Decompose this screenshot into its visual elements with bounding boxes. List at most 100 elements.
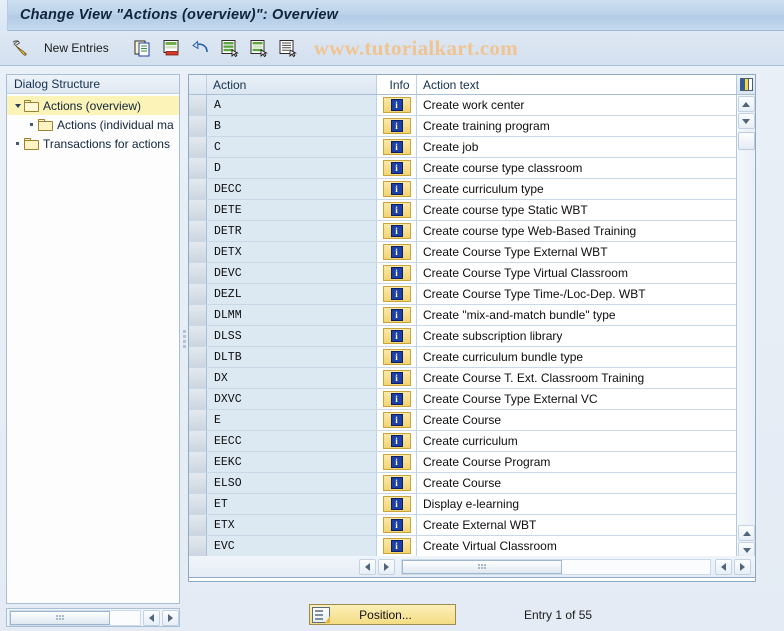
info-button[interactable]: i [382, 139, 411, 155]
info-button[interactable]: i [382, 475, 411, 491]
undo-button[interactable] [188, 35, 214, 61]
row-select-cell[interactable] [189, 95, 207, 115]
cell-action[interactable]: DECC [207, 179, 377, 199]
row-select-cell[interactable] [189, 179, 207, 199]
info-button[interactable]: i [382, 412, 411, 428]
cell-action-text[interactable]: Create training program [417, 116, 737, 136]
table-row[interactable]: DETE i Create course type Static WBT [189, 200, 737, 221]
info-button[interactable]: i [382, 265, 411, 281]
table-row[interactable]: DXVC i Create Course Type External VC [189, 389, 737, 410]
row-select-cell[interactable] [189, 473, 207, 493]
cell-action[interactable]: EEKC [207, 452, 377, 472]
cell-action-text[interactable]: Create Course Type Virtual Classroom [417, 263, 737, 283]
cell-action[interactable]: D [207, 158, 377, 178]
table-row[interactable]: DETR i Create course type Web-Based Traini… [189, 221, 737, 242]
cell-action[interactable]: ET [207, 494, 377, 514]
sidebar-scroll-thumb[interactable] [10, 610, 110, 625]
table-row[interactable]: Ei Create Course [189, 410, 737, 431]
row-select-cell[interactable] [189, 515, 207, 535]
info-button[interactable]: i [382, 391, 411, 407]
row-select-cell[interactable] [189, 494, 207, 514]
table-row[interactable]: EECC i Create curriculum [189, 431, 737, 452]
info-button[interactable]: i [382, 349, 411, 365]
cell-action-text[interactable]: Create curriculum [417, 431, 737, 451]
expand-triangle-icon[interactable] [11, 103, 24, 109]
sidebar-item-actions-overview[interactable]: Actions (overview) [7, 96, 179, 115]
row-select-cell[interactable] [189, 284, 207, 304]
info-button[interactable]: i [382, 328, 411, 344]
scroll-page-up-button[interactable] [738, 525, 755, 541]
new-entries-button[interactable]: New Entries [37, 35, 120, 61]
table-row[interactable]: DETX i Create Course Type External WBT [189, 242, 737, 263]
info-button[interactable]: i [382, 223, 411, 239]
cell-action-text[interactable]: Create curriculum type [417, 179, 737, 199]
cell-action[interactable]: DXVC [207, 389, 377, 409]
vertical-scroll-thumb[interactable] [737, 132, 755, 150]
cell-action[interactable]: E [207, 410, 377, 430]
hscroll-left-button[interactable] [359, 558, 376, 575]
sidebar-horizontal-scrollbar[interactable] [6, 608, 180, 627]
info-button[interactable]: i [382, 370, 411, 386]
cell-action-text[interactable]: Create Virtual Classroom [417, 536, 737, 556]
table-row[interactable]: Ai Create work center [189, 95, 737, 116]
info-button[interactable]: i [382, 496, 411, 512]
row-select-cell[interactable] [189, 536, 207, 556]
cell-action[interactable]: DLTB [207, 347, 377, 367]
cell-action-text[interactable]: Create "mix-and-match bundle" type [417, 305, 737, 325]
table-row[interactable]: DECC i Create curriculum type [189, 179, 737, 200]
sidebar-item-actions-individual[interactable]: Actions (individual ma [7, 115, 179, 134]
table-vertical-scrollbar[interactable] [736, 95, 755, 560]
table-row[interactable]: Bi Create training program [189, 116, 737, 137]
cell-action-text[interactable]: Create work center [417, 95, 737, 115]
info-button[interactable]: i [382, 538, 411, 554]
cell-action-text[interactable]: Create Course Program [417, 452, 737, 472]
cell-action[interactable]: DLMM [207, 305, 377, 325]
cell-action-text[interactable]: Create curriculum bundle type [417, 347, 737, 367]
hscroll-track[interactable] [401, 558, 711, 575]
row-select-cell[interactable] [189, 452, 207, 472]
table-row[interactable]: DX i Create Course T. Ext. Classroom Train… [189, 368, 737, 389]
cell-action[interactable]: DX [207, 368, 377, 388]
cell-action-text[interactable]: Create course type classroom [417, 158, 737, 178]
info-button[interactable]: i [382, 181, 411, 197]
table-row[interactable]: DLSS i Create subscription library [189, 326, 737, 347]
table-row[interactable]: DLMM i Create "mix-and-match bundle" type [189, 305, 737, 326]
info-button[interactable]: i [382, 97, 411, 113]
cell-action-text[interactable]: Display e-learning [417, 494, 737, 514]
table-row[interactable]: Di Create course type classroom [189, 158, 737, 179]
table-row[interactable]: EVC i Create Virtual Classroom [189, 536, 737, 557]
select-all-button[interactable] [217, 35, 243, 61]
sidebar-scroll-left-button[interactable] [143, 609, 160, 626]
row-select-cell[interactable] [189, 431, 207, 451]
hscroll-page-left-button[interactable] [715, 558, 732, 575]
cell-action[interactable]: ETX [207, 515, 377, 535]
column-configuration-button[interactable] [736, 75, 755, 95]
cell-action[interactable]: DLSS [207, 326, 377, 346]
sidebar-scroll-right-button[interactable] [162, 609, 179, 626]
hscroll-thumb[interactable] [402, 559, 562, 574]
row-select-cell[interactable] [189, 305, 207, 325]
cell-action[interactable]: EVC [207, 536, 377, 556]
cell-action-text[interactable]: Create course type Web-Based Training [417, 221, 737, 241]
table-row[interactable]: DEZL i Create Course Type Time-/Loc-Dep. W… [189, 284, 737, 305]
column-header-action-text[interactable]: Action text [417, 75, 755, 94]
cell-action-text[interactable]: Create job [417, 137, 737, 157]
column-header-info[interactable]: Info [377, 75, 417, 94]
row-select-cell[interactable] [189, 410, 207, 430]
display-change-button[interactable] [8, 35, 34, 61]
cell-action[interactable]: DETR [207, 221, 377, 241]
row-select-cell[interactable] [189, 326, 207, 346]
row-select-cell[interactable] [189, 200, 207, 220]
hscroll-page-right-button[interactable] [734, 558, 751, 575]
row-select-cell[interactable] [189, 347, 207, 367]
cell-action-text[interactable]: Create Course Type Time-/Loc-Dep. WBT [417, 284, 737, 304]
row-select-cell[interactable] [189, 368, 207, 388]
cell-action-text[interactable]: Create Course Type External VC [417, 389, 737, 409]
cell-action[interactable]: DETE [207, 200, 377, 220]
cell-action-text[interactable]: Create Course T. Ext. Classroom Training [417, 368, 737, 388]
sidebar-scroll-track[interactable] [9, 609, 141, 626]
delete-button[interactable] [159, 35, 185, 61]
info-button[interactable]: i [382, 160, 411, 176]
scroll-up-button[interactable] [737, 96, 755, 112]
scroll-down-button[interactable] [737, 113, 755, 129]
